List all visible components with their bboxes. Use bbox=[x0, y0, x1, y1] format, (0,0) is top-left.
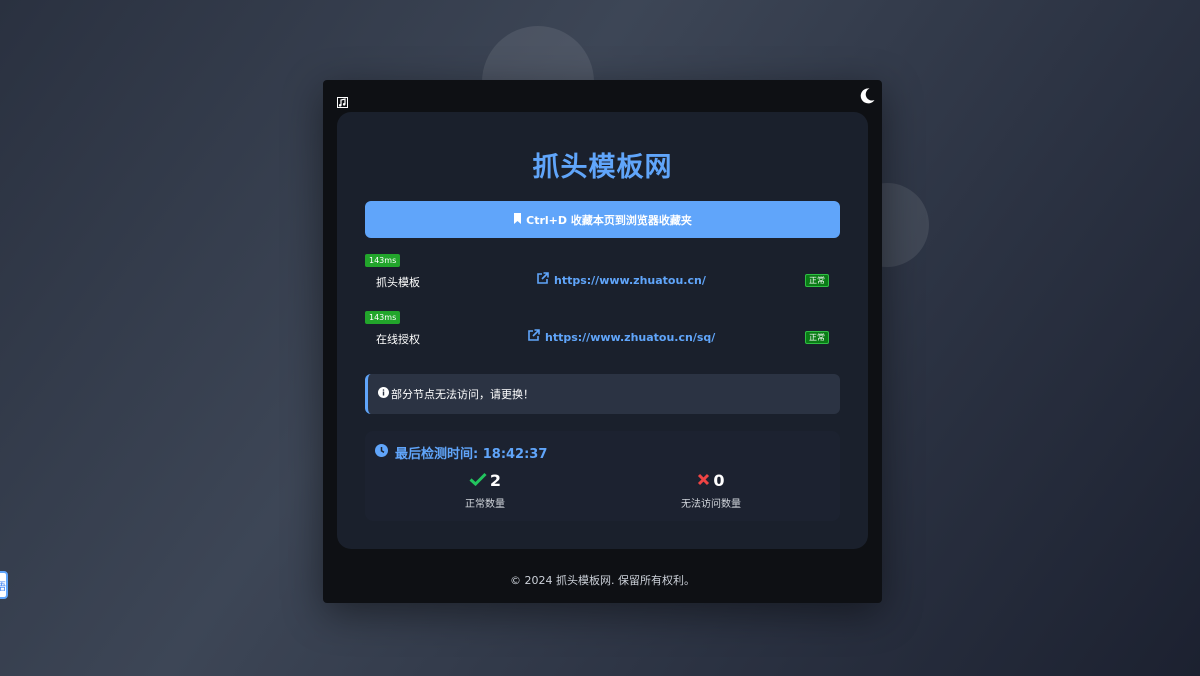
site-url: https://www.zhuatou.cn/ bbox=[554, 273, 706, 287]
x-icon bbox=[697, 471, 710, 490]
status-badge: 正常 bbox=[805, 274, 829, 287]
failed-count: 0 bbox=[713, 471, 725, 490]
external-link-icon bbox=[536, 272, 549, 288]
failed-stat: 0 无法访问数量 bbox=[631, 471, 791, 510]
status-badge: 正常 bbox=[805, 331, 829, 344]
latency-badge: 143ms bbox=[365, 311, 401, 324]
stats-panel: 最后检测时间: 18:42:37 2 正常数量 0 无法访问数量 bbox=[365, 431, 840, 521]
clock-icon bbox=[375, 444, 388, 461]
last-check-label: 最后检测时间: 18:42:37 bbox=[395, 447, 548, 462]
failed-label: 无法访问数量 bbox=[681, 499, 741, 510]
notice-text: 部分节点无法访问，请更换！ bbox=[391, 388, 534, 401]
moon-icon[interactable] bbox=[858, 87, 876, 105]
notice-banner: 部分节点无法访问，请更换！ bbox=[365, 374, 840, 414]
external-link-icon bbox=[527, 329, 540, 345]
status-card: 抓头模板网 Ctrl+D 收藏本页到浏览器收藏夹 143ms 抓头模板 http… bbox=[337, 112, 868, 549]
latency-badge: 143ms bbox=[365, 254, 401, 267]
footer-copyright: © 2024 抓头模板网. 保留所有权利。 bbox=[510, 574, 695, 587]
site-link[interactable]: https://www.zhuatou.cn/ bbox=[536, 272, 706, 288]
site-name: 在线授权 bbox=[376, 333, 420, 346]
check-icon bbox=[469, 471, 487, 490]
normal-stat: 2 正常数量 bbox=[405, 471, 565, 510]
bookmark-label: Ctrl+D 收藏本页到浏览器收藏夹 bbox=[526, 213, 692, 227]
site-url: https://www.zhuatou.cn/sq/ bbox=[545, 330, 716, 344]
site-row: 143ms 在线授权 https://www.zhuatou.cn/sq/ 正常 bbox=[365, 311, 840, 351]
main-window: 抓头模板网 Ctrl+D 收藏本页到浏览器收藏夹 143ms 抓头模板 http… bbox=[323, 80, 882, 603]
bookmark-button[interactable]: Ctrl+D 收藏本页到浏览器收藏夹 bbox=[365, 201, 840, 238]
music-note-icon bbox=[337, 97, 348, 108]
page-title: 抓头模板网 bbox=[532, 152, 673, 183]
site-name: 抓头模板 bbox=[376, 276, 420, 289]
side-tab[interactable]: 语 bbox=[0, 571, 8, 599]
side-tab-label: 语 bbox=[0, 578, 6, 593]
normal-count: 2 bbox=[489, 471, 502, 490]
site-row: 143ms 抓头模板 https://www.zhuatou.cn/ 正常 bbox=[365, 254, 840, 294]
normal-label: 正常数量 bbox=[465, 499, 505, 510]
info-circle-icon bbox=[378, 387, 389, 401]
site-link[interactable]: https://www.zhuatou.cn/sq/ bbox=[527, 329, 715, 345]
bookmark-icon bbox=[513, 212, 522, 227]
last-check-time: 最后检测时间: 18:42:37 bbox=[375, 443, 547, 462]
